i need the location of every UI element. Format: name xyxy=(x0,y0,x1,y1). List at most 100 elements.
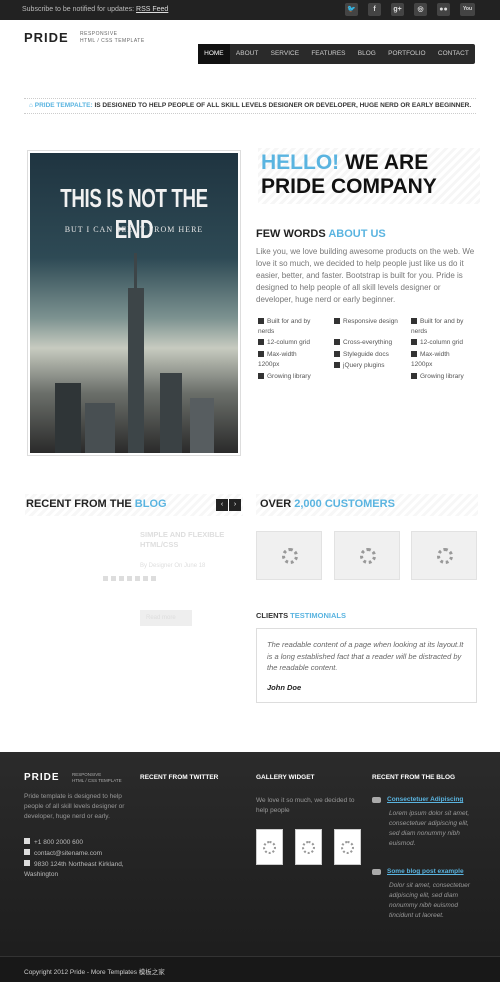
testimonials-title-blue: TESTIMONIALS xyxy=(290,611,347,620)
customer-logo[interactable] xyxy=(411,531,477,580)
google-plus-icon[interactable]: g+ xyxy=(391,3,404,16)
feature-item: 12-column grid xyxy=(411,338,463,348)
slider-dot[interactable] xyxy=(111,576,116,581)
feature-label: Growing library xyxy=(420,373,464,380)
feature-label: Styleguide docs xyxy=(343,351,389,358)
feature-label: jQuery plugins xyxy=(343,362,385,369)
testimonial-card: The readable content of a page when look… xyxy=(256,628,477,703)
slider-prev-button[interactable]: ‹ xyxy=(216,499,228,511)
poster-subtitle: BUT I CAN SEE IT FROM HERE xyxy=(64,225,204,234)
feature-item: Styleguide docs xyxy=(334,350,389,360)
facebook-icon[interactable]: f xyxy=(368,3,381,16)
hello-rest: WE ARE xyxy=(339,151,429,174)
youtube-icon[interactable]: You xyxy=(460,3,475,16)
subscribe-notice: Subscribe to be notified for updates: RS… xyxy=(22,6,168,13)
loading-spinner-icon xyxy=(360,548,376,564)
footer-address: 9830 124th Northeast Kirkland, Washingto… xyxy=(24,860,134,880)
book-icon xyxy=(258,373,264,379)
copyright-text: Copyright 2012 Pride - More Templates 模板… xyxy=(24,969,165,976)
customers-title: OVER 2,000 CUSTOMERS xyxy=(260,498,395,510)
subscribe-text: Subscribe to be notified for updates: xyxy=(22,6,137,13)
slider-dot[interactable] xyxy=(143,576,148,581)
customer-logo[interactable] xyxy=(256,531,322,580)
grid-icon xyxy=(411,339,417,345)
about-intro: Like you, we love building awesome produ… xyxy=(256,247,475,304)
poster-tower xyxy=(128,288,144,453)
feature-item: 12-column grid xyxy=(258,338,310,348)
rss-feed-link[interactable]: RSS Feed xyxy=(136,6,168,13)
testimonial-quote: The readable content of a page when look… xyxy=(267,640,464,672)
dribbble-icon[interactable]: ◎ xyxy=(414,3,427,16)
feature-label: Growing library xyxy=(267,373,311,380)
hello-word: HELLO! xyxy=(261,151,340,174)
tagline-bar: ⌂ PRIDE TEMPALTE: IS DESIGNED TO HELP PE… xyxy=(24,98,476,114)
slider-dot[interactable] xyxy=(151,576,156,581)
read-more-button[interactable]: Read more xyxy=(140,610,192,626)
recent-blog-title: RECENT FROM THE BLOG xyxy=(26,498,167,510)
gallery-thumb[interactable] xyxy=(334,829,361,865)
slider-dot[interactable] xyxy=(119,576,124,581)
nav-contact[interactable]: CONTACT xyxy=(432,44,475,64)
footer-email[interactable]: contact@sitename.com xyxy=(24,849,102,859)
slider-dot[interactable] xyxy=(103,576,108,581)
book-icon xyxy=(411,373,417,379)
testimonials-title: CLIENTS TESTIMONIALS xyxy=(256,611,346,620)
site-logo[interactable]: PRIDE xyxy=(24,30,69,45)
blog-title-dark: RECENT FROM THE xyxy=(26,498,135,510)
footer-blog-post-title[interactable]: Consectetuer Adipiscing xyxy=(387,796,463,803)
slider-dot[interactable] xyxy=(127,576,132,581)
footer-logo-subtitle: RESPONSIVE HTML / CSS TEMPLATE xyxy=(72,772,122,784)
hello-line-2: PRIDE COMPANY xyxy=(261,175,437,198)
twitter-icon[interactable]: 🐦 xyxy=(345,3,358,16)
feature-item: Growing library xyxy=(411,372,464,382)
nav-service[interactable]: SERVICE xyxy=(264,44,305,64)
gallery-thumb[interactable] xyxy=(295,829,322,865)
hero-poster: THIS IS NOT THE END BUT I CAN SEE IT FRO… xyxy=(27,150,241,456)
blog-post-meta: By Designer On June 18 xyxy=(140,563,206,569)
blog-post-title[interactable]: SIMPLE AND FLEXIBLE HTML/CSS xyxy=(140,530,240,550)
about-title-blue: ABOUT US xyxy=(328,228,386,240)
nav-about[interactable]: ABOUT xyxy=(230,44,265,64)
poster-building xyxy=(190,398,214,453)
slider-dot[interactable] xyxy=(135,576,140,581)
feature-item: Max-width 1200px xyxy=(258,350,318,370)
gallery-text: We love it so much, we decided to help p… xyxy=(256,797,355,814)
nav-portfolio[interactable]: PORTFOLIO xyxy=(382,44,432,64)
phone-text: +1 800 2000 600 xyxy=(34,839,83,846)
footer-logo-sub-line-2: HTML / CSS TEMPLATE xyxy=(72,778,122,783)
address-text: 9830 124th Northeast Kirkland, Washingto… xyxy=(24,861,124,878)
main-nav: HOME ABOUT SERVICE FEATURES BLOG PORTFOL… xyxy=(198,44,475,64)
logo-sub-line-2: HTML / CSS TEMPLATE xyxy=(80,38,145,44)
feature-item: Responsive design xyxy=(334,317,398,327)
nav-blog[interactable]: BLOG xyxy=(352,44,382,64)
loading-spinner-icon xyxy=(341,841,354,854)
pencil-icon xyxy=(334,318,340,324)
feature-item: jQuery plugins xyxy=(334,361,385,371)
email-text[interactable]: contact@sitename.com xyxy=(34,850,102,857)
testimonials-title-dark: CLIENTS xyxy=(256,611,291,620)
poster-spire xyxy=(134,253,137,293)
feature-item: Built for and by nerds xyxy=(411,317,471,337)
slider-next-button[interactable]: › xyxy=(229,499,241,511)
footer-logo[interactable]: PRIDE xyxy=(24,772,60,783)
blog-title-blue: BLOG xyxy=(134,498,167,510)
footer-gallery-heading: GALLERY WIDGET xyxy=(256,774,315,781)
comment-icon xyxy=(372,797,381,803)
footer-about-text: Pride template is designed to help peopl… xyxy=(24,793,125,820)
flickr-icon[interactable]: ●● xyxy=(437,3,450,16)
footer-blog-post-text: Lorem ipsum dolor sit amet, consectetuer… xyxy=(389,810,470,847)
footer-blog-post-title[interactable]: Some blog post example xyxy=(387,868,464,875)
poster-building xyxy=(55,383,81,453)
list-icon xyxy=(334,351,340,357)
customer-logo[interactable] xyxy=(334,531,400,580)
comment-icon xyxy=(372,869,381,875)
feature-item: Cross-everything xyxy=(334,338,392,348)
feature-label: 12-column grid xyxy=(267,339,310,346)
feature-item: Built for and by nerds xyxy=(258,317,318,337)
feature-label: Responsive design xyxy=(343,318,398,325)
nav-features[interactable]: FEATURES xyxy=(305,44,351,64)
gallery-thumb[interactable] xyxy=(256,829,283,865)
nav-home[interactable]: HOME xyxy=(198,44,230,64)
logo-sub-line-1: RESPONSIVE xyxy=(80,31,118,37)
footer-phone: +1 800 2000 600 xyxy=(24,838,83,848)
